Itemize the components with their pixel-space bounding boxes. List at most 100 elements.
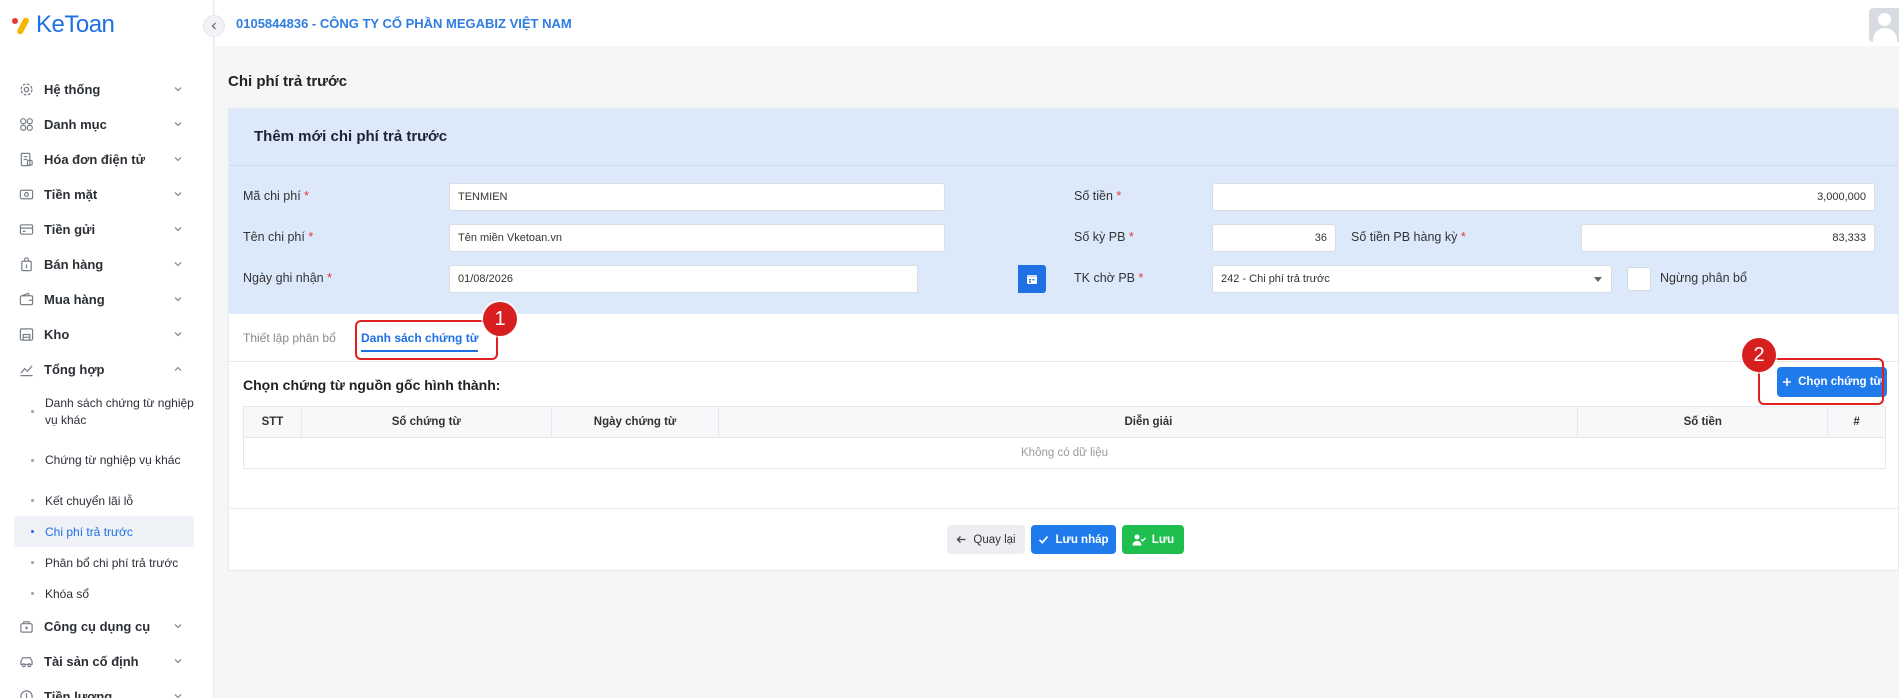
sidebar-item-label: Tổng hợp (44, 362, 105, 377)
date-picker-button[interactable] (1018, 265, 1046, 293)
form-header-area: Thêm mới chi phí trả trước Mã chi phí * … (229, 109, 1898, 314)
annotation-highlight-tab (355, 320, 498, 360)
chevron-down-icon (174, 262, 182, 267)
label-text: Mã chi phí (243, 189, 301, 203)
tools-icon (18, 619, 34, 635)
sidebar-item-tien-gui[interactable]: Tiền gửi (0, 212, 213, 247)
arrow-left-icon (956, 536, 966, 543)
sidebar-subitem-danh-sach-ctnvk[interactable]: Danh sách chứng từ nghiệp vụ khác (0, 387, 213, 436)
label-text: Số kỳ PB (1074, 230, 1126, 244)
cash-icon (18, 187, 34, 203)
sidebar-item-he-thong[interactable]: Hệ thống (0, 72, 213, 107)
sidebar-item-label: Tiền lương (44, 689, 113, 698)
sidebar-item-label: Kho (44, 327, 70, 342)
sidebar-item-label: Hệ thống (44, 82, 101, 97)
app-root: KeToan Hệ thống Danh mục Hóa đơn điện tử… (0, 0, 1899, 698)
sidebar-item-tien-luong[interactable]: Tiền lương (0, 679, 213, 698)
required-mark: * (327, 271, 332, 285)
chevron-down-icon (174, 624, 182, 629)
chevron-up-icon (174, 366, 182, 371)
sidebar-subitem-khoa-so[interactable]: Khóa sổ (0, 578, 213, 609)
sidebar-item-hoa-don[interactable]: Hóa đơn điện tử (0, 142, 213, 177)
page-title: Chi phí trả trước (228, 73, 348, 90)
sidebar-collapse-button[interactable] (203, 15, 225, 37)
sidebar-item-label: Mua hàng (44, 292, 105, 307)
company-name[interactable]: 0105844836 - CÔNG TY CỔ PHẦN MEGABIZ VIỆ… (236, 16, 572, 31)
so-ky-pb-input[interactable]: 36 (1212, 224, 1336, 252)
sidebar: KeToan Hệ thống Danh mục Hóa đơn điện tử… (0, 0, 214, 698)
ngay-ghi-nhan-input[interactable]: 01/08/2026 (449, 265, 918, 293)
tk-cho-pb-select[interactable]: 242 - Chi phí trả trước (1212, 265, 1612, 293)
ma-chi-phi-input[interactable]: TENMIEN (449, 183, 945, 211)
sidebar-subitem-label: Chứng từ nghiệp vụ khác (45, 453, 181, 467)
form-divider (229, 165, 1898, 166)
sidebar-item-cong-cu[interactable]: Công cụ dụng cụ (0, 609, 213, 644)
label-text: Tên chi phí (243, 230, 305, 244)
tab-thiet-lap-phan-bo[interactable]: Thiết lập phân bổ (243, 314, 336, 362)
input-value: 01/08/2026 (458, 273, 514, 285)
button-label: Quay lại (973, 533, 1016, 546)
sidebar-subitem-phan-bo[interactable]: Phân bổ chi phí trả trước (0, 547, 213, 578)
input-value: 3,000,000 (1817, 191, 1866, 203)
annotation-marker-2: 2 (1742, 338, 1776, 372)
ten-chi-phi-input[interactable]: Tên miền Vketoan.vn (449, 224, 945, 252)
sidebar-subitem-ket-chuyen[interactable]: Kết chuyển lãi lỗ (0, 485, 213, 516)
button-label: Lưu nháp (1055, 533, 1109, 546)
grid-icon (18, 117, 34, 133)
sidebar-item-tien-mat[interactable]: Tiền mặt (0, 177, 213, 212)
ngung-phan-bo-label: Ngừng phân bổ (1660, 271, 1747, 285)
logo[interactable]: KeToan (10, 10, 115, 40)
input-value: Tên miền Vketoan.vn (458, 232, 562, 244)
car-icon (18, 654, 34, 670)
sidebar-subitem-label: Khóa sổ (45, 586, 90, 601)
salary-icon (18, 689, 34, 698)
select-value: 242 - Chi phí trả trước (1221, 273, 1330, 285)
so-tien-pb-input[interactable]: 83,333 (1581, 224, 1875, 252)
logo-mark-icon (10, 14, 32, 36)
input-value: 83,333 (1832, 232, 1866, 244)
chevron-down-icon (174, 694, 182, 698)
required-mark: * (1128, 230, 1134, 244)
chevron-down-icon (174, 332, 182, 337)
input-value: 36 (1314, 232, 1327, 244)
sidebar-item-ban-hang[interactable]: Bán hàng (0, 247, 213, 282)
sidebar-item-label: Tiền gửi (44, 222, 96, 237)
annotation-marker-1: 1 (483, 302, 517, 336)
sidebar-item-tong-hop[interactable]: Tổng hợp (0, 352, 213, 387)
required-mark: * (308, 230, 314, 244)
sidebar-subitem-ctnvk[interactable]: Chứng từ nghiệp vụ khác (0, 436, 213, 485)
col-so-tien: Số tiền (1578, 407, 1829, 437)
ma-chi-phi-label: Mã chi phí * (243, 189, 309, 203)
avatar[interactable] (1869, 8, 1899, 42)
back-button[interactable]: Quay lại (947, 525, 1025, 554)
sidebar-item-label: Hóa đơn điện tử (44, 152, 145, 167)
topbar: 0105844836 - CÔNG TY CỔ PHẦN MEGABIZ VIỆ… (215, 0, 1899, 46)
sidebar-subitem-chi-phi-tra-truoc[interactable]: Chi phí trả trước (14, 516, 194, 547)
bag-icon (18, 257, 34, 273)
button-label: Lưu (1151, 533, 1175, 546)
sidebar-subitem-label: Chi phí trả trước (45, 524, 133, 539)
invoice-icon (18, 152, 34, 168)
chevron-down-icon (174, 122, 182, 127)
chevron-down-icon (174, 659, 182, 664)
check-icon (1039, 536, 1049, 544)
card-icon (18, 222, 34, 238)
sidebar-item-mua-hang[interactable]: Mua hàng (0, 282, 213, 317)
sidebar-item-danh-muc[interactable]: Danh mục (0, 107, 213, 142)
sidebar-item-label: Tiền mặt (44, 187, 98, 202)
chevron-down-icon (174, 227, 182, 232)
label-text: Số tiền PB hàng kỳ (1351, 230, 1458, 244)
sidebar-item-kho[interactable]: Kho (0, 317, 213, 352)
warehouse-icon (18, 327, 34, 343)
so-tien-input[interactable]: 3,000,000 (1212, 183, 1875, 211)
so-ky-pb-label: Số kỳ PB * (1074, 230, 1134, 244)
ngung-phan-bo-checkbox[interactable] (1627, 267, 1651, 291)
save-draft-button[interactable]: Lưu nháp (1031, 525, 1116, 554)
sidebar-item-label: Bán hàng (44, 257, 104, 272)
col-so-chung-tu: Số chứng từ (302, 407, 552, 437)
col-stt: STT (244, 407, 302, 437)
caret-down-icon (1594, 277, 1602, 282)
sidebar-subitem-label: Phân bổ chi phí trả trước (45, 555, 179, 570)
save-button[interactable]: Lưu (1122, 525, 1184, 554)
sidebar-item-tai-san[interactable]: Tài sản cố định (0, 644, 213, 679)
